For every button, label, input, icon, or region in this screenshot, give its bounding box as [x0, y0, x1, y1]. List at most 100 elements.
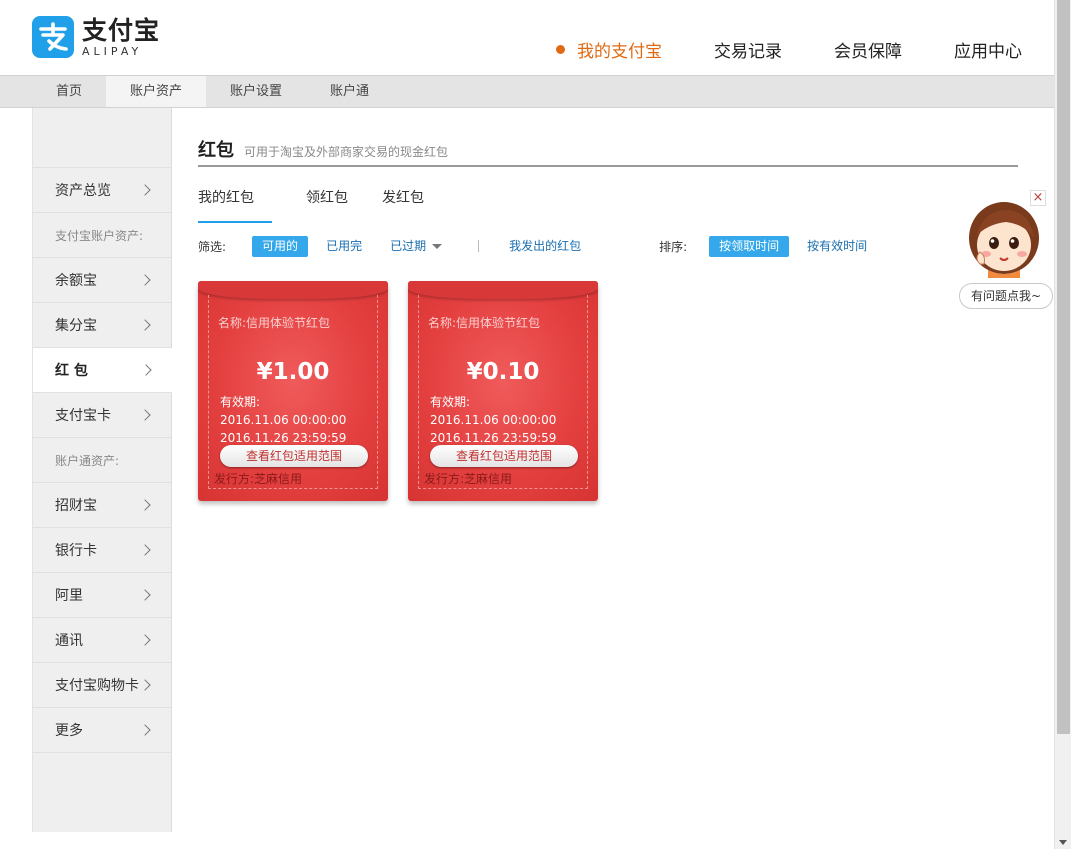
- validity-from: 2016.11.06 00:00:00: [220, 413, 347, 427]
- sidebar-item-tongxun[interactable]: 通讯: [33, 618, 171, 663]
- tab-get-packets[interactable]: 领红包: [306, 187, 348, 223]
- sort-by-valid-time[interactable]: 按有效时间: [797, 236, 877, 257]
- help-widget: × 有问题点我~: [958, 190, 1053, 310]
- nav-my-alipay[interactable]: 我的支付宝: [556, 37, 662, 62]
- alipay-logo-icon: [32, 16, 74, 58]
- nav-member-protection-label: 会员保障: [834, 42, 902, 62]
- chevron-right-icon: [139, 589, 151, 601]
- alipay-logo[interactable]: 支付宝 ALIPAY: [32, 16, 160, 58]
- sidebar-item-label: 更多: [55, 723, 83, 739]
- red-packet-card: 名称:信用体验节红包 ¥1.00 有效期: 2016.11.06 00:00:0…: [198, 281, 388, 501]
- chevron-right-icon: [139, 724, 151, 736]
- nav-my-alipay-label: 我的支付宝: [577, 42, 662, 62]
- help-avatar-icon[interactable]: [966, 198, 1044, 282]
- sidebar-item-label: 资产总览: [55, 183, 111, 199]
- filter-expired-dropdown[interactable]: 已过期: [380, 236, 452, 257]
- validity-from: 2016.11.06 00:00:00: [430, 413, 557, 427]
- subnav-account-assets[interactable]: 账户资产: [106, 76, 207, 107]
- tabs: 我的红包 领红包 发红包: [198, 187, 1018, 223]
- active-dot-icon: [556, 45, 565, 54]
- subnav-account-settings[interactable]: 账户设置: [206, 76, 306, 107]
- sidebar-group-alipay-assets: 支付宝账户资产:: [33, 213, 171, 258]
- sidebar-item-overview[interactable]: 资产总览: [33, 168, 171, 213]
- sort-label: 排序:: [659, 239, 688, 254]
- scroll-down-arrow-icon[interactable]: [1059, 840, 1067, 845]
- chevron-right-icon: [139, 679, 151, 691]
- red-packet-name: 名称:信用体验节红包: [428, 316, 541, 330]
- red-packet-name: 名称:信用体验节红包: [218, 316, 331, 330]
- filter-separator: [478, 240, 480, 252]
- filter-available[interactable]: 可用的: [252, 235, 309, 257]
- filter-row: 筛选: 可用的 已用完 已过期 我发出的红包 排序: 按领取时间 按有效时间: [198, 235, 1018, 257]
- red-packet-list: 名称:信用体验节红包 ¥1.00 有效期: 2016.11.06 00:00:0…: [198, 281, 1018, 501]
- page-scrollbar[interactable]: [1054, 0, 1071, 849]
- caret-down-icon: [432, 243, 443, 249]
- sidebar-group-zhanghutong-assets: 账户通资产:: [33, 438, 171, 483]
- sub-nav: 首页 账户资产 账户设置 账户通: [0, 75, 1054, 108]
- tab-my-packets[interactable]: 我的红包: [198, 187, 272, 223]
- sidebar-item-bank-card[interactable]: 银行卡: [33, 528, 171, 573]
- sidebar-item-label: 支付宝购物卡: [55, 678, 139, 694]
- sidebar-item-hongbao[interactable]: 红 包: [33, 348, 172, 393]
- chevron-right-icon: [139, 184, 151, 196]
- validity-label: 有效期:: [430, 395, 471, 409]
- red-packet-issuer: 发行方:芝麻信用: [214, 472, 303, 486]
- title-row: 红包 可用于淘宝及外部商家交易的现金红包: [198, 136, 1018, 167]
- red-packet-amount: ¥0.10: [466, 359, 540, 385]
- main-content: 红包 可用于淘宝及外部商家交易的现金红包 我的红包 领红包 发红包 筛选: 可用…: [198, 108, 1018, 501]
- sort-by-received-time[interactable]: 按领取时间: [709, 235, 790, 257]
- sidebar-item-label: 集分宝: [55, 318, 97, 334]
- sidebar-item-label: 银行卡: [55, 543, 97, 559]
- chevron-right-icon: [139, 499, 151, 511]
- subnav-home[interactable]: 首页: [32, 76, 106, 107]
- sidebar-item-shopping-card[interactable]: 支付宝购物卡: [33, 663, 171, 708]
- sidebar-item-label: 余额宝: [55, 273, 97, 289]
- chevron-right-icon: [139, 319, 151, 331]
- chevron-right-icon: [140, 364, 152, 376]
- scrollbar-thumb[interactable]: [1057, 0, 1070, 734]
- page-title: 红包: [198, 140, 234, 161]
- main-nav: 我的支付宝 交易记录 会员保障 应用中心: [504, 37, 1022, 62]
- tab-send-packets[interactable]: 发红包: [382, 187, 424, 223]
- header: 支付宝 ALIPAY 我的支付宝 交易记录 会员保障 应用中心: [0, 0, 1054, 75]
- sidebar-item-label: 招财宝: [55, 498, 97, 514]
- filter-label: 筛选:: [198, 239, 227, 254]
- red-packet-issuer: 发行方:芝麻信用: [424, 472, 513, 486]
- chevron-right-icon: [139, 544, 151, 556]
- subnav-account-tong[interactable]: 账户通: [306, 76, 393, 107]
- filter-expired-label: 已过期: [390, 238, 427, 253]
- validity-label: 有效期:: [220, 395, 261, 409]
- nav-member-protection[interactable]: 会员保障: [834, 37, 902, 62]
- sidebar-item-more[interactable]: 更多: [33, 708, 171, 753]
- sidebar-item-label: 支付宝卡: [55, 408, 111, 424]
- red-packet-amount: ¥1.00: [256, 359, 330, 385]
- sidebar-item-alipay-card[interactable]: 支付宝卡: [33, 393, 171, 438]
- filter-used-up[interactable]: 已用完: [316, 236, 372, 257]
- chevron-right-icon: [139, 409, 151, 421]
- sidebar-item-label: 阿里: [55, 588, 83, 604]
- sidebar-top-spacer: [33, 108, 171, 168]
- chevron-right-icon: [139, 634, 151, 646]
- red-packet-validity: 有效期: 2016.11.06 00:00:00 2016.11.26 23:5…: [220, 393, 346, 447]
- close-icon[interactable]: ×: [1030, 190, 1046, 206]
- sidebar-item-ali[interactable]: 阿里: [33, 573, 171, 618]
- sidebar-item-zhaocaibao[interactable]: 招财宝: [33, 483, 171, 528]
- red-packet-validity: 有效期: 2016.11.06 00:00:00 2016.11.26 23:5…: [430, 393, 556, 447]
- sidebar: 资产总览 支付宝账户资产: 余额宝 集分宝 红 包 支付宝卡 账户通资产: 招财…: [32, 108, 172, 832]
- view-scope-button[interactable]: 查看红包适用范围: [430, 445, 578, 467]
- nav-transactions[interactable]: 交易记录: [714, 37, 782, 62]
- sidebar-item-label: 通讯: [55, 633, 83, 649]
- sidebar-item-label: 红 包: [55, 363, 88, 379]
- help-bubble-button[interactable]: 有问题点我~: [959, 283, 1053, 309]
- nav-app-center[interactable]: 应用中心: [954, 37, 1022, 62]
- page-subtitle: 可用于淘宝及外部商家交易的现金红包: [244, 145, 449, 159]
- sidebar-item-jifenbao[interactable]: 集分宝: [33, 303, 171, 348]
- logo-english-text: ALIPAY: [82, 44, 143, 58]
- view-scope-button[interactable]: 查看红包适用范围: [220, 445, 368, 467]
- chevron-right-icon: [139, 274, 151, 286]
- nav-app-center-label: 应用中心: [954, 42, 1022, 62]
- red-packet-card: 名称:信用体验节红包 ¥0.10 有效期: 2016.11.06 00:00:0…: [408, 281, 598, 501]
- filter-my-sent[interactable]: 我发出的红包: [499, 236, 591, 257]
- logo-chinese-text: 支付宝: [82, 15, 161, 45]
- sidebar-item-yuebao[interactable]: 余额宝: [33, 258, 171, 303]
